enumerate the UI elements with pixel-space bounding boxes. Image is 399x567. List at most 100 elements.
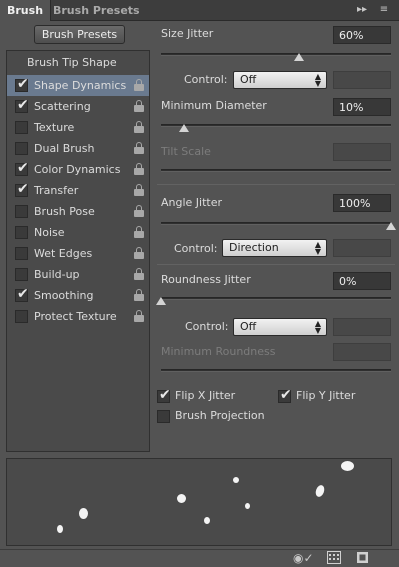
checkbox-box[interactable]: ✔ [15, 76, 29, 92]
option-color-dynamics[interactable]: ✔ Color Dynamics [7, 159, 149, 180]
option-build-up[interactable]: Build-up [7, 264, 149, 285]
option-shape-dynamics[interactable]: ✔ Shape Dynamics [7, 75, 149, 96]
roundness-jitter-field[interactable]: 0% [333, 272, 391, 290]
option-wet-edges[interactable]: Wet Edges [7, 243, 149, 264]
size-jitter-slider-thumb[interactable] [294, 53, 304, 61]
select-arrows-icon: ▲ ▼ [314, 72, 321, 88]
lock-icon[interactable] [134, 247, 144, 259]
lock-icon[interactable] [134, 184, 144, 196]
size-control-value: Off [240, 73, 257, 86]
brush-projection-label: Brush Projection [175, 409, 265, 422]
checkbox-box[interactable]: ✔ [15, 160, 29, 176]
checkbox-box[interactable]: ✔ [15, 181, 29, 197]
angle-jitter-label: Angle Jitter [161, 196, 223, 209]
option-label: Dual Brush [34, 142, 95, 155]
minimum-diameter-slider-track[interactable] [161, 124, 391, 127]
select-arrows-icon: ▲ ▼ [314, 319, 321, 335]
option-brush-tip-shape[interactable]: Brush Tip Shape [7, 51, 149, 75]
option-label: Brush Tip Shape [27, 56, 117, 69]
lock-icon[interactable] [134, 268, 144, 280]
option-brush-pose[interactable]: Brush Pose [7, 201, 149, 222]
check-icon: ✔ [17, 286, 29, 302]
angle-control-select[interactable]: Direction ▲ ▼ [222, 239, 327, 257]
lock-icon[interactable] [134, 100, 144, 112]
checkbox-box[interactable] [15, 268, 28, 281]
option-noise[interactable]: Noise [7, 222, 149, 243]
lock-icon[interactable] [134, 205, 144, 217]
lock-icon[interactable] [134, 163, 144, 175]
grid-icon[interactable] [327, 551, 341, 564]
checkbox-box[interactable] [157, 410, 170, 423]
check-icon: ✔ [17, 181, 29, 197]
checkbox-box[interactable]: ✔ [15, 286, 29, 302]
option-scattering[interactable]: ✔ Scattering [7, 96, 149, 117]
size-jitter-slider-track[interactable] [161, 53, 391, 56]
option-transfer[interactable]: ✔ Transfer [7, 180, 149, 201]
option-dual-brush[interactable]: Dual Brush [7, 138, 149, 159]
minimum-diameter-slider-thumb[interactable] [179, 124, 189, 132]
flip-x-jitter-label: Flip X Jitter [175, 389, 236, 402]
check-icon: ✔ [17, 160, 29, 176]
option-texture[interactable]: Texture [7, 117, 149, 138]
tab-brush[interactable]: Brush [0, 0, 52, 21]
roundness-control-extra-field [333, 318, 391, 336]
option-smoothing[interactable]: ✔ Smoothing [7, 285, 149, 306]
checkbox-box[interactable] [15, 142, 28, 155]
tilt-scale-slider-track [161, 169, 391, 172]
flip-x-jitter-checkbox[interactable]: ✔ Flip X Jitter [149, 386, 269, 404]
lock-icon[interactable] [134, 79, 144, 91]
angle-jitter-field[interactable]: 100% [333, 194, 391, 212]
angle-jitter-slider-thumb[interactable] [386, 222, 396, 230]
check-icon: ✔ [17, 97, 29, 113]
roundness-jitter-label: Roundness Jitter [161, 273, 251, 286]
checkbox-box[interactable] [15, 205, 28, 218]
roundness-control-value: Off [240, 320, 257, 333]
lock-icon[interactable] [134, 310, 144, 322]
option-label: Texture [34, 121, 75, 134]
angle-control-value: Direction [229, 241, 279, 254]
panel-menu-icon[interactable]: ≡ [377, 3, 391, 17]
roundness-jitter-slider-thumb[interactable] [156, 297, 166, 305]
brush-dab [233, 477, 239, 483]
lock-icon[interactable] [134, 289, 144, 301]
checkbox-box[interactable] [15, 310, 28, 323]
checkbox-box[interactable]: ✔ [15, 97, 29, 113]
divider [157, 184, 395, 185]
option-label: Brush Pose [34, 205, 95, 218]
checkbox-box[interactable]: ✔ [278, 387, 292, 403]
size-control-select[interactable]: Off ▲ ▼ [233, 71, 327, 89]
eye-brush-icon[interactable]: ◉✓ [293, 551, 314, 565]
checkbox-box[interactable]: ✔ [157, 387, 171, 403]
brush-stroke-preview [6, 458, 392, 546]
checkbox-box[interactable] [15, 121, 28, 134]
brush-projection-checkbox[interactable]: Brush Projection [149, 406, 289, 424]
roundness-control-select[interactable]: Off ▲ ▼ [233, 318, 327, 336]
checkbox-box[interactable] [15, 226, 28, 239]
checkbox-box[interactable] [15, 247, 28, 260]
option-label: Noise [34, 226, 65, 239]
lock-icon[interactable] [134, 226, 144, 238]
collapse-icon[interactable]: ▸▸ [355, 3, 369, 17]
check-icon: ✔ [17, 76, 29, 92]
roundness-control-label: Control: [185, 320, 229, 333]
size-jitter-field[interactable]: 60% [333, 26, 391, 44]
divider [157, 264, 395, 265]
check-icon: ✔ [280, 387, 292, 403]
size-control-extra-field [333, 71, 391, 89]
option-label: Scattering [34, 100, 91, 113]
roundness-jitter-slider-track[interactable] [161, 297, 391, 300]
angle-jitter-slider-track[interactable] [161, 222, 391, 225]
minimum-diameter-field[interactable]: 10% [333, 98, 391, 116]
lock-icon[interactable] [134, 142, 144, 154]
minimum-roundness-field [333, 343, 391, 361]
lock-icon[interactable] [134, 121, 144, 133]
brush-presets-button[interactable]: Brush Presets [34, 25, 125, 44]
angle-control-label: Control: [174, 242, 218, 255]
new-brush-icon[interactable] [356, 551, 370, 564]
flip-y-jitter-checkbox[interactable]: ✔ Flip Y Jitter [270, 386, 390, 404]
brush-dab [314, 483, 326, 499]
brush-dab [245, 503, 250, 509]
option-label: Wet Edges [34, 247, 93, 260]
tab-brush-presets[interactable]: Brush Presets [46, 0, 147, 21]
option-protect-texture[interactable]: Protect Texture [7, 306, 149, 327]
